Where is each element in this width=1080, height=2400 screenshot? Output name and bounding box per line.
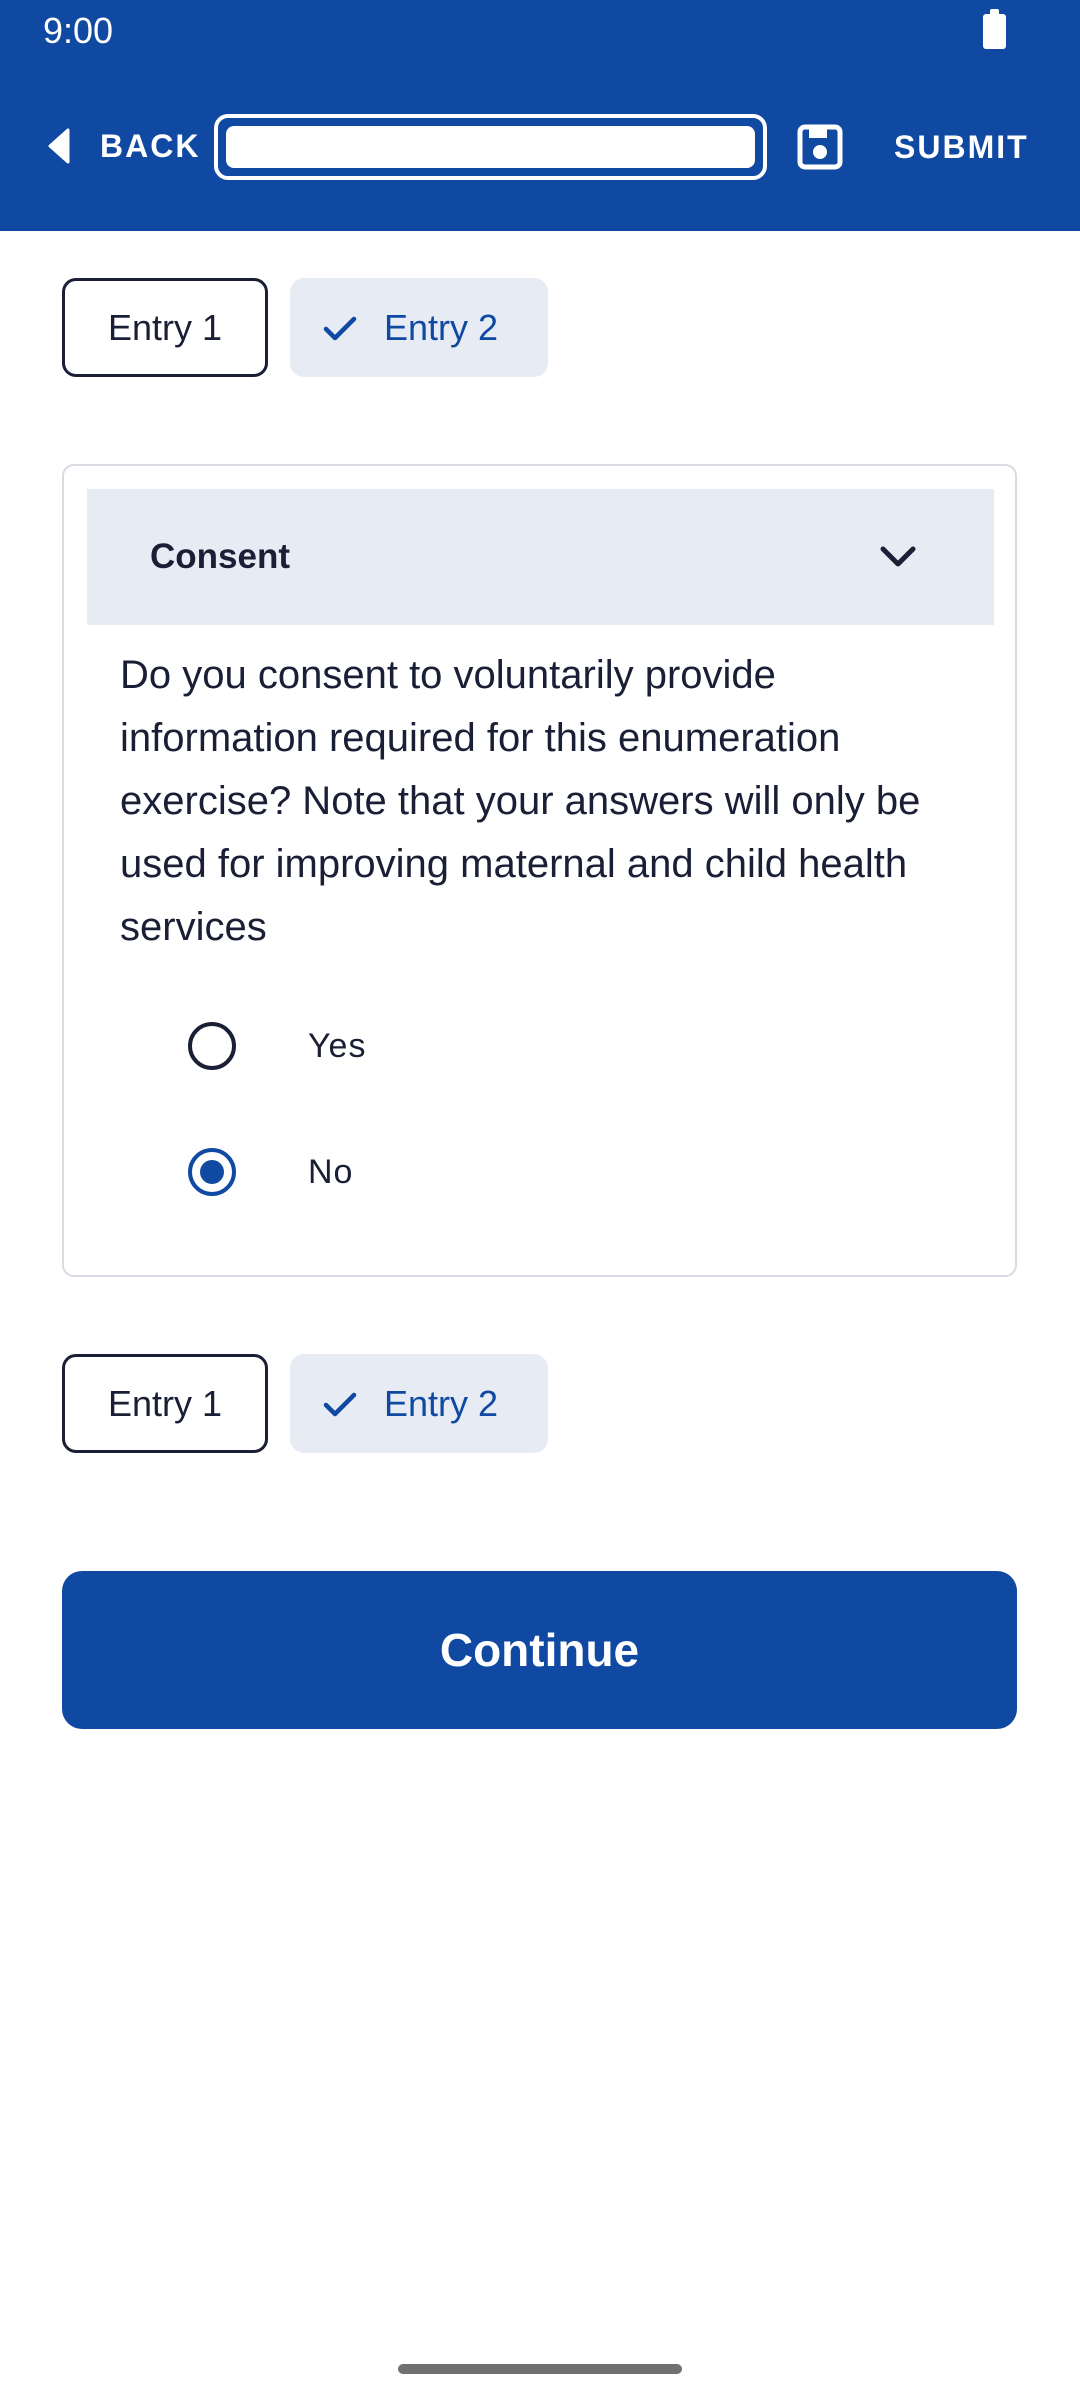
radio-option-yes[interactable]: Yes xyxy=(188,1022,366,1070)
section-header[interactable]: Consent xyxy=(87,489,994,625)
question-text: Do you consent to voluntarily provide in… xyxy=(120,653,921,949)
radio-button[interactable] xyxy=(188,1148,236,1196)
save-icon[interactable] xyxy=(797,124,843,170)
home-indicator[interactable] xyxy=(398,2364,682,2374)
chevron-down-icon xyxy=(880,546,916,567)
section-title: Consent xyxy=(150,537,290,576)
check-icon xyxy=(323,316,357,340)
entry-tab-label: Entry 2 xyxy=(384,306,499,348)
progress-fill xyxy=(226,126,755,168)
submit-button[interactable]: SUBMIT xyxy=(894,124,1029,170)
radio-button[interactable] xyxy=(188,1022,236,1070)
app-bar: 9:00 BACK SUBMIT xyxy=(0,0,1080,231)
status-time: 9:00 xyxy=(43,10,114,51)
entry-tab-1[interactable]: Entry 1 xyxy=(62,278,268,377)
progress-bar xyxy=(214,114,767,180)
back-button[interactable]: BACK xyxy=(40,115,200,177)
check-icon xyxy=(323,1392,357,1416)
back-arrow-icon xyxy=(40,126,76,166)
entry-tab-label: Entry 1 xyxy=(107,1382,223,1424)
entry-tabs-bottom: Entry 1 Entry 2 xyxy=(62,1354,548,1453)
back-label: BACK xyxy=(100,127,201,164)
entry-tab-2[interactable]: Entry 2 xyxy=(290,278,548,377)
radio-label: Yes xyxy=(308,1026,367,1065)
entry-tabs-top: Entry 1 Entry 2 xyxy=(62,278,548,377)
entry-tab-1[interactable]: Entry 1 xyxy=(62,1354,268,1453)
entry-tab-2[interactable]: Entry 2 xyxy=(290,1354,548,1453)
consent-card: Consent Do you consent to voluntarily pr… xyxy=(62,464,1017,1277)
radio-option-no[interactable]: No xyxy=(188,1148,353,1196)
entry-tab-label: Entry 2 xyxy=(384,1382,499,1424)
continue-button[interactable]: Continue xyxy=(62,1571,1017,1729)
radio-label: No xyxy=(308,1152,354,1191)
entry-tab-label: Entry 1 xyxy=(107,306,223,348)
battery-full-icon xyxy=(983,9,1006,49)
